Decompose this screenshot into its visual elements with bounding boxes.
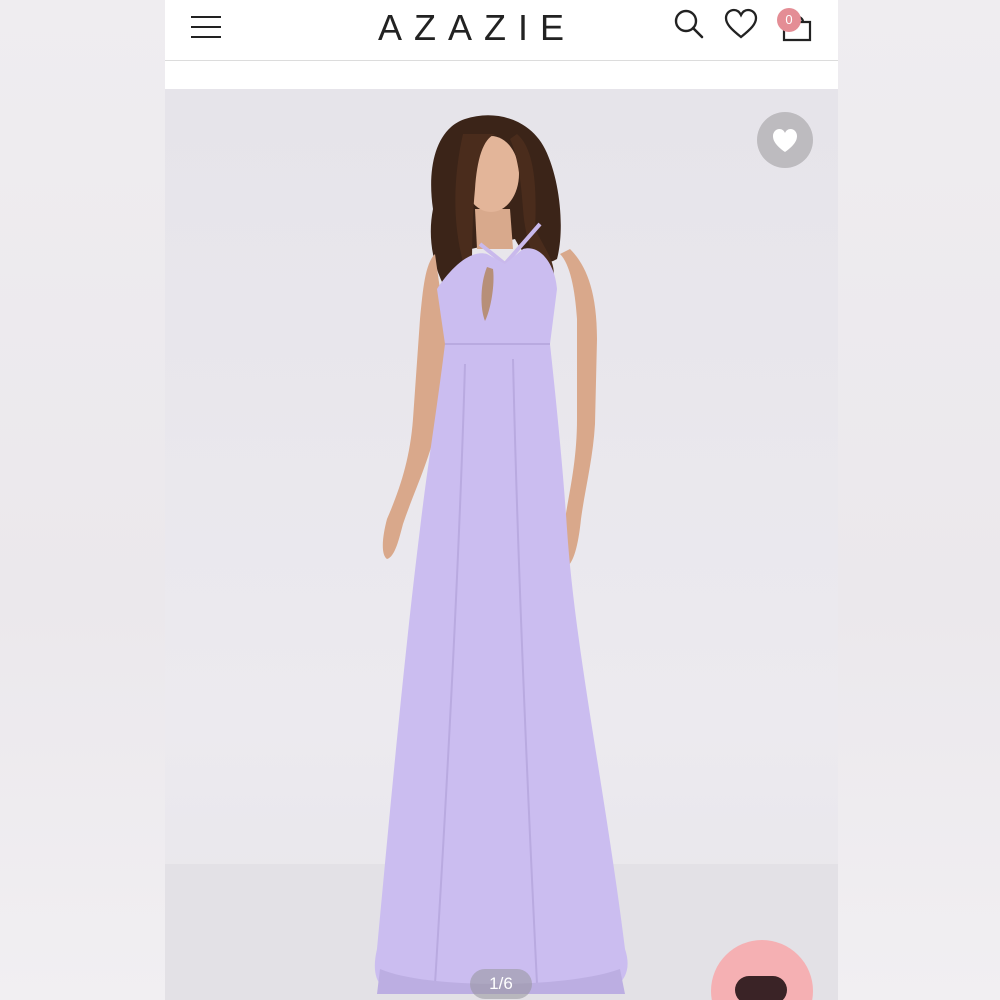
left-backdrop [0, 0, 165, 1000]
search-icon[interactable] [671, 6, 707, 42]
mobile-page: AZAZIE 0 1/6 [165, 0, 838, 1000]
hamburger-menu-icon[interactable] [191, 14, 223, 40]
product-photo [374, 115, 628, 994]
image-pager: 1/6 [470, 969, 532, 999]
chat-icon [735, 976, 787, 1000]
right-backdrop [838, 0, 1000, 1000]
sub-header-bar [165, 61, 838, 89]
heart-filled-icon [773, 129, 797, 152]
favorite-button[interactable] [757, 112, 813, 168]
cart-count-badge: 0 [777, 8, 801, 32]
top-header: AZAZIE 0 [165, 0, 838, 61]
brand-logo[interactable]: AZAZIE [337, 4, 617, 52]
product-image-gallery[interactable]: 1/6 [165, 89, 838, 1000]
heart-outline-icon[interactable] [723, 6, 759, 42]
